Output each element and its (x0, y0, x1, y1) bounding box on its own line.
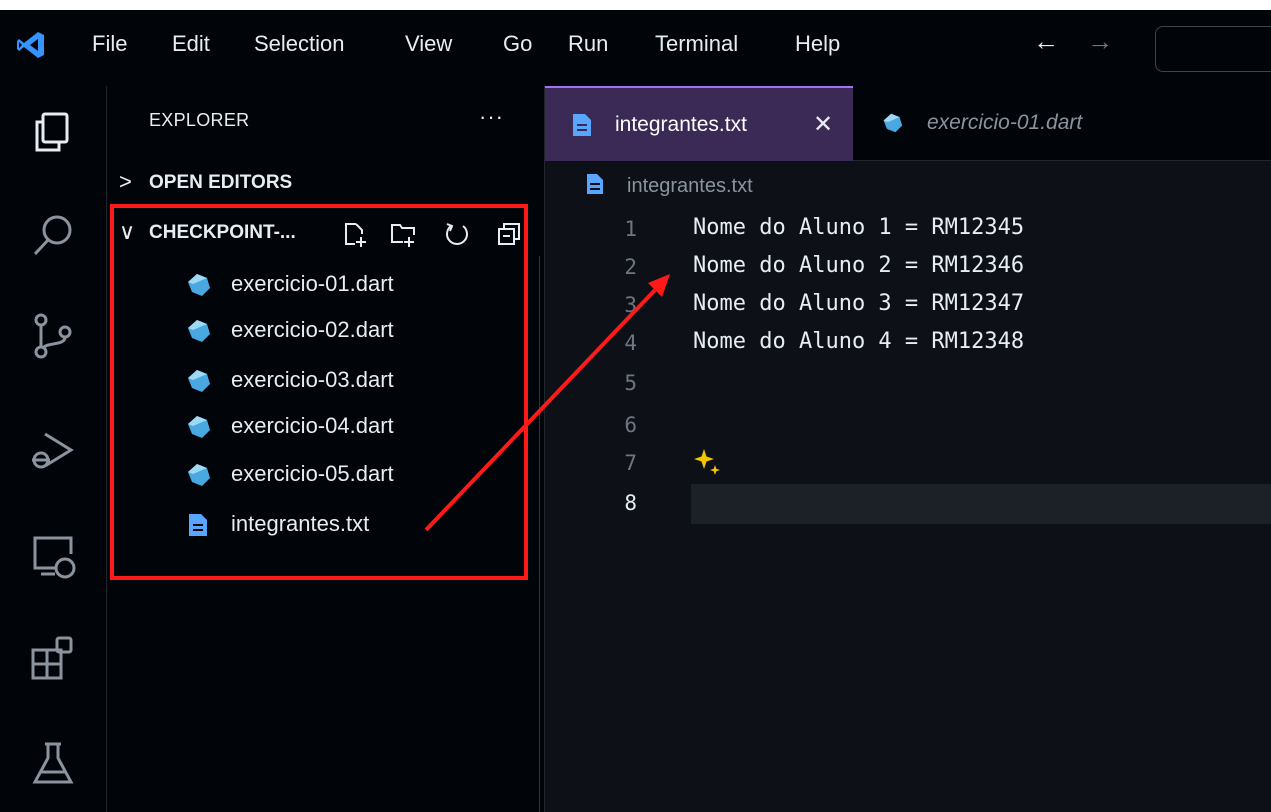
line-number: 1 (624, 217, 637, 241)
more-actions-icon[interactable]: ··· (479, 104, 504, 130)
dart-icon (188, 464, 210, 486)
line-number: 2 (624, 255, 637, 279)
line-number: 5 (624, 371, 637, 395)
menu-help[interactable]: Help (795, 24, 840, 64)
file-item-exercicio-01[interactable]: exercicio-01.dart (185, 262, 525, 306)
open-editors-label: OPEN EDITORS (149, 172, 293, 193)
new-file-icon[interactable] (341, 220, 369, 248)
code-editor[interactable]: 1 2 3 4 5 6 7 8 Nome do Aluno 1 = RM1234… (545, 207, 1271, 812)
explorer-icon[interactable] (27, 106, 79, 158)
dart-icon (883, 113, 903, 133)
menu-selection[interactable]: Selection (254, 24, 345, 64)
file-item-exercicio-05[interactable]: exercicio-05.dart (185, 452, 525, 496)
forward-arrow-icon[interactable]: → (1087, 26, 1113, 57)
menu-run[interactable]: Run (568, 24, 608, 64)
text-file-icon (189, 514, 207, 536)
line-number: 6 (624, 413, 637, 437)
testing-icon[interactable] (27, 738, 79, 790)
line-number-active: 8 (624, 491, 637, 515)
dart-icon (188, 370, 210, 392)
tab-label: exercicio-01.dart (927, 111, 1083, 134)
tab-integrantes[interactable]: integrantes.txt ✕ (545, 86, 853, 162)
file-item-exercicio-02[interactable]: exercicio-02.dart (185, 308, 525, 352)
code-line[interactable]: Nome do Aluno 3 = RM12347 (693, 291, 1024, 316)
run-debug-icon[interactable] (27, 424, 79, 476)
tab-label: integrantes.txt (615, 113, 747, 136)
menu-terminal[interactable]: Terminal (655, 24, 738, 64)
code-line[interactable]: Nome do Aluno 4 = RM12348 (693, 329, 1024, 354)
dart-icon (188, 416, 210, 438)
source-control-icon[interactable] (27, 310, 79, 362)
file-name: integrantes.txt (231, 511, 370, 536)
menu-edit[interactable]: Edit (172, 24, 210, 64)
line-number: 7 (624, 451, 637, 475)
tab-exercicio-01[interactable]: exercicio-01.dart (855, 86, 1155, 160)
text-file-icon (573, 114, 591, 136)
menu-view[interactable]: View (405, 24, 452, 64)
open-editors-section[interactable]: > OPEN EDITORS (107, 164, 544, 204)
menu-bar: File Edit Selection View Go Run Terminal… (0, 10, 1271, 86)
dart-icon (188, 274, 210, 296)
file-name: exercicio-04.dart (231, 413, 394, 438)
current-line-highlight (691, 484, 1271, 524)
explorer-sidebar: EXPLORER ··· > OPEN EDITORS ∨ CHECKPOINT… (107, 86, 545, 812)
new-folder-icon[interactable] (389, 220, 417, 248)
menu-file[interactable]: File (92, 24, 127, 64)
vscode-logo-icon (17, 32, 44, 58)
editor-tab-bar: integrantes.txt ✕ exercicio-01.dart (545, 86, 1271, 162)
sparkle-icon[interactable] (693, 447, 723, 477)
menu-go[interactable]: Go (503, 24, 532, 64)
folder-section-checkpoint[interactable]: ∨ CHECKPOINT-... (107, 214, 544, 254)
code-line[interactable]: Nome do Aluno 1 = RM12345 (693, 215, 1024, 240)
line-number: 4 (624, 331, 637, 355)
search-icon[interactable] (27, 210, 79, 262)
refresh-icon[interactable] (443, 220, 471, 248)
remote-explorer-icon[interactable] (27, 530, 79, 582)
scroll-divider (539, 256, 540, 812)
close-icon[interactable]: ✕ (813, 88, 833, 162)
command-center-search[interactable] (1155, 26, 1271, 72)
file-name: exercicio-02.dart (231, 317, 394, 342)
extensions-icon[interactable] (27, 632, 79, 684)
chevron-right-icon: > (119, 169, 132, 194)
line-number: 3 (624, 293, 637, 317)
dart-icon (188, 320, 210, 342)
title-bar: File Edit Selection View Go Run Terminal… (0, 0, 1271, 86)
chevron-down-icon: ∨ (119, 219, 136, 244)
file-item-exercicio-03[interactable]: exercicio-03.dart (185, 358, 525, 402)
back-arrow-icon[interactable]: ← (1033, 26, 1059, 57)
code-line[interactable]: Nome do Aluno 2 = RM12346 (693, 253, 1024, 278)
text-file-icon (587, 174, 603, 194)
file-name: exercicio-05.dart (231, 461, 394, 486)
folder-label: CHECKPOINT-... (149, 222, 296, 243)
file-name: exercicio-01.dart (231, 271, 394, 296)
explorer-title: EXPLORER (149, 110, 250, 130)
file-item-integrantes[interactable]: integrantes.txt (185, 502, 525, 546)
file-item-exercicio-04[interactable]: exercicio-04.dart (185, 404, 525, 448)
breadcrumb-file[interactable]: integrantes.txt (627, 175, 753, 198)
collapse-all-icon[interactable] (495, 220, 523, 248)
breadcrumb[interactable]: integrantes.txt (545, 161, 1271, 207)
file-name: exercicio-03.dart (231, 367, 394, 392)
activity-bar (0, 86, 107, 812)
